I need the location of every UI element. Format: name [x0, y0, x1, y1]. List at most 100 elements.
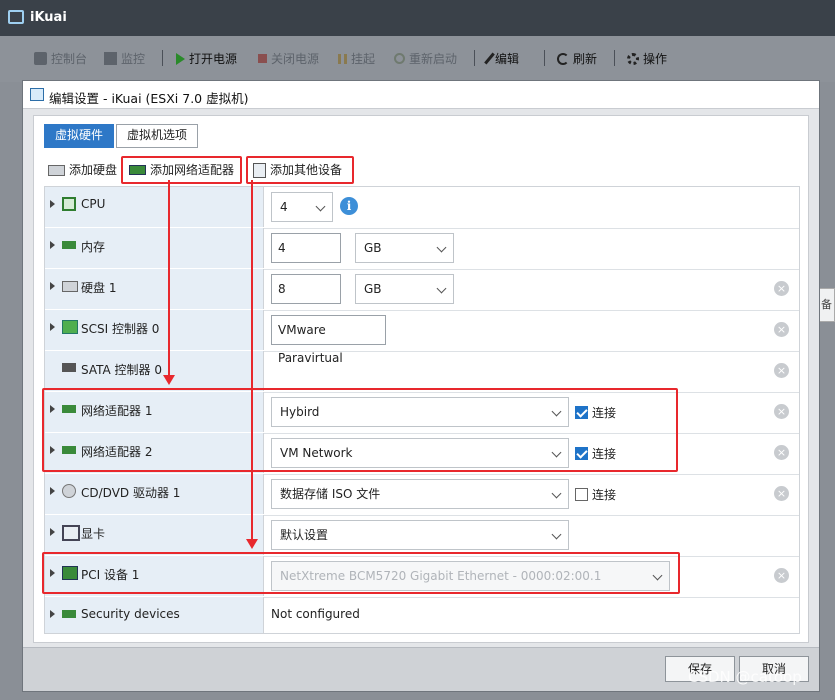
chevron-down-icon — [551, 488, 562, 499]
power-on-label: 打开电源 — [189, 52, 238, 66]
edit-button[interactable]: 编辑 — [484, 50, 520, 67]
vm-toolbar: 控制台 监控 打开电源 关闭电源 挂起 重新启动 编辑 刷新 操作 — [0, 36, 835, 82]
device-label-cell[interactable]: CD/DVD 驱动器 1 — [45, 474, 264, 514]
actions-button[interactable]: 操作 — [627, 50, 667, 67]
console-label: 控制台 — [51, 52, 88, 66]
monitor-icon — [62, 525, 80, 541]
device-label: 显卡 — [81, 527, 106, 541]
edit-label: 编辑 — [495, 52, 520, 66]
scsi-controller-icon — [62, 320, 78, 334]
annotation-arrowhead — [163, 375, 175, 385]
security-devices-value: Not configured — [271, 607, 360, 621]
chevron-down-icon — [436, 283, 447, 294]
scsi-type-field[interactable]: VMware Paravirtual — [271, 315, 386, 365]
remove-device-icon[interactable]: × — [774, 445, 789, 460]
expand-caret-icon[interactable] — [50, 487, 55, 495]
remove-device-icon[interactable]: × — [774, 486, 789, 501]
expand-caret-icon[interactable] — [50, 282, 55, 290]
expand-caret-icon[interactable] — [50, 241, 55, 249]
chevron-down-icon — [551, 529, 562, 540]
tab-vm-options[interactable]: 虚拟机选项 — [116, 124, 199, 148]
memory-size-input[interactable]: 4 — [271, 233, 341, 263]
cpu-count-value: 4 — [280, 200, 288, 214]
expand-caret-icon[interactable] — [50, 528, 55, 536]
annotation-arrow-line — [251, 180, 253, 540]
power-off-button[interactable]: 关闭电源 — [258, 50, 319, 67]
device-label-cell[interactable]: 内存 — [45, 228, 264, 268]
expand-caret-icon[interactable] — [50, 200, 55, 208]
remove-device-icon[interactable]: × — [774, 568, 789, 583]
remove-device-icon[interactable]: × — [774, 363, 789, 378]
device-label-cell[interactable]: Security devices — [45, 597, 264, 633]
watermark: CSDN @catoop — [688, 668, 802, 686]
device-label: Security devices — [81, 607, 180, 621]
remove-device-icon[interactable]: × — [774, 281, 789, 296]
restart-button[interactable]: 重新启动 — [394, 50, 457, 67]
device-label: 内存 — [81, 240, 106, 254]
refresh-button[interactable]: 刷新 — [557, 50, 597, 67]
device-label-cell[interactable]: SCSI 控制器 0 — [45, 310, 264, 350]
device-label-cell[interactable]: CPU — [45, 187, 264, 227]
device-label: SCSI 控制器 0 — [81, 322, 160, 336]
device-label-cell[interactable]: 显卡 — [45, 515, 264, 555]
cpu-icon — [62, 197, 76, 211]
suspend-button[interactable]: 挂起 — [338, 50, 375, 67]
memory-unit-value: GB — [364, 241, 382, 255]
app-title: iKuai — [30, 10, 67, 25]
device-row-disk: 硬盘 1 8 GB × — [45, 269, 799, 311]
tab-virtual-hardware[interactable]: 虚拟硬件 — [44, 124, 115, 148]
chevron-down-icon — [436, 242, 447, 253]
dialog-title: 编辑设置 - iKuai (ESXi 7.0 虚拟机) — [49, 91, 249, 106]
device-label: CD/DVD 驱动器 1 — [81, 486, 181, 500]
device-label-cell[interactable]: 硬盘 1 — [45, 269, 264, 309]
power-on-button[interactable]: 打开电源 — [176, 50, 237, 67]
expand-caret-icon[interactable] — [50, 323, 55, 331]
device-row-cpu: CPU 4 i — [45, 187, 799, 229]
annotation-box-nics — [42, 388, 678, 472]
disk-unit-value: GB — [364, 282, 382, 296]
remove-device-icon[interactable]: × — [774, 404, 789, 419]
device-label-cell: SATA 控制器 0 — [45, 351, 264, 391]
restart-label: 重新启动 — [409, 52, 458, 66]
monitor-icon — [104, 52, 117, 65]
stop-icon — [258, 54, 267, 63]
pause-icon — [338, 53, 347, 64]
pencil-icon — [484, 52, 495, 65]
cd-dvd-icon — [62, 484, 76, 498]
add-disk-button[interactable]: 添加硬盘 — [48, 160, 117, 180]
disk-unit-select[interactable]: GB — [355, 274, 454, 304]
cdrom-source-value: 数据存储 ISO 文件 — [280, 487, 381, 501]
device-row-cdrom: CD/DVD 驱动器 1 数据存储 ISO 文件 连接 × — [45, 474, 799, 516]
remove-device-icon[interactable]: × — [774, 322, 789, 337]
console-button[interactable]: 控制台 — [34, 50, 87, 67]
device-label: SATA 控制器 0 — [81, 363, 162, 377]
cdrom-connect-checkbox[interactable] — [575, 488, 588, 501]
power-off-label: 关闭电源 — [271, 52, 320, 66]
add-disk-label: 添加硬盘 — [69, 163, 118, 177]
side-tab[interactable]: 备 — [818, 288, 835, 322]
toolbar-separator — [614, 50, 615, 66]
restart-icon — [394, 53, 405, 64]
console-icon — [34, 52, 47, 65]
security-device-icon — [62, 610, 76, 618]
suspend-label: 挂起 — [351, 52, 376, 66]
hard-disk-icon — [62, 281, 78, 292]
device-label: 硬盘 1 — [81, 281, 117, 295]
disk-size-input[interactable]: 8 — [271, 274, 341, 304]
info-icon[interactable]: i — [340, 197, 358, 215]
chevron-down-icon — [315, 201, 326, 212]
play-icon — [176, 52, 185, 65]
toolbar-separator — [544, 50, 545, 66]
dialog-header: 编辑设置 - iKuai (ESXi 7.0 虚拟机) — [23, 81, 819, 109]
memory-unit-select[interactable]: GB — [355, 233, 454, 263]
device-row-video: 显卡 默认设置 — [45, 515, 799, 557]
cdrom-source-select[interactable]: 数据存储 ISO 文件 — [271, 479, 569, 509]
device-row-memory: 内存 4 GB — [45, 228, 799, 270]
monitor-button[interactable]: 监控 — [104, 50, 145, 67]
video-settings-select[interactable]: 默认设置 — [271, 520, 569, 550]
expand-caret-icon[interactable] — [50, 610, 55, 618]
annotation-arrow-line — [168, 180, 170, 376]
hard-disk-icon — [48, 164, 65, 176]
cpu-count-select[interactable]: 4 — [271, 192, 333, 222]
annotation-box-add-nic — [121, 156, 242, 184]
